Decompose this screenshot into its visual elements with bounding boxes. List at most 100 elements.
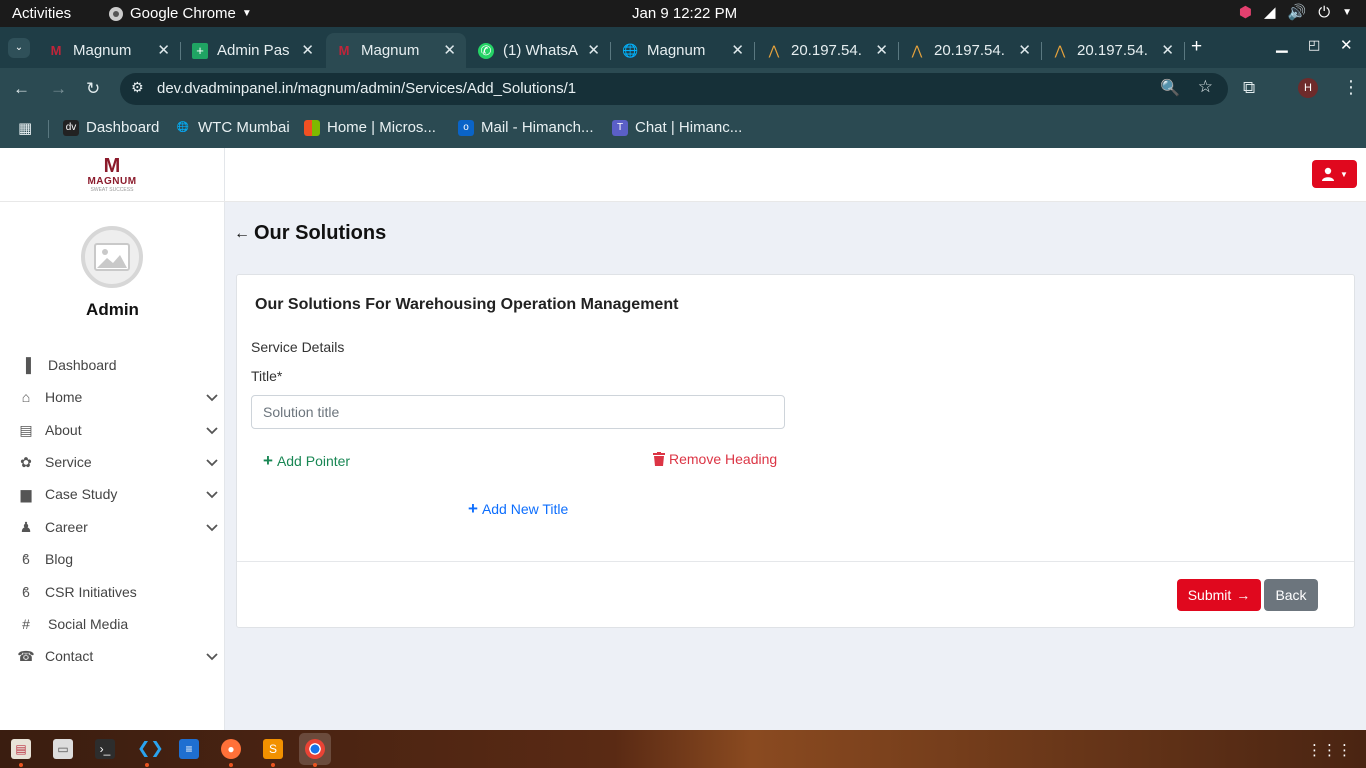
back-button[interactable]: Back bbox=[1264, 579, 1318, 611]
url-text[interactable]: dev.dvadminpanel.in/magnum/admin/Service… bbox=[157, 80, 576, 97]
submit-button[interactable]: Submit → bbox=[1177, 579, 1261, 611]
close-icon[interactable]: ✕ bbox=[157, 41, 170, 59]
bookmark-chat[interactable]: T Chat | Himanc... bbox=[612, 119, 742, 136]
tab-server-2[interactable]: ⋀ 20.197.54. ✕ bbox=[899, 33, 1042, 68]
minimize-icon[interactable]: ▁ bbox=[1276, 35, 1288, 53]
sidebar-item-contact[interactable]: ☎ Contact bbox=[17, 644, 222, 668]
activities-button[interactable]: Activities bbox=[12, 5, 71, 22]
add-pointer-button[interactable]: + Add Pointer bbox=[263, 451, 350, 471]
files-archive-icon[interactable]: ▤ bbox=[11, 739, 31, 759]
arrow-right-icon: → bbox=[1236, 587, 1251, 603]
sublime-icon[interactable]: S bbox=[263, 739, 283, 759]
page-viewport: M MAGNUM SWEAT SUCCESS Admin ▐ Dashboard… bbox=[0, 148, 1366, 730]
sidebar-item-home[interactable]: ⌂ Home bbox=[17, 385, 222, 409]
sidebar-item-service[interactable]: ✿ Service bbox=[17, 450, 222, 474]
sidebar-item-csr[interactable]: ϐ CSR Initiatives bbox=[17, 580, 222, 604]
close-icon[interactable]: ✕ bbox=[1161, 41, 1174, 59]
system-top-bar: Activities Google Chrome ▼ Jan 9 12:22 P… bbox=[0, 0, 1366, 27]
remove-heading-button[interactable]: Remove Heading bbox=[653, 451, 777, 467]
forward-arrow-icon[interactable]: → bbox=[50, 79, 67, 99]
profile-avatar[interactable]: H bbox=[1298, 78, 1318, 98]
show-apps-icon[interactable]: ⋮⋮⋮ bbox=[1307, 741, 1352, 759]
sidebar-item-blog[interactable]: ϐ Blog bbox=[17, 547, 222, 571]
bookmark-label: Chat | Himanc... bbox=[635, 119, 743, 136]
bookmark-microsoft[interactable]: Home | Micros... bbox=[304, 119, 436, 136]
text-editor-icon[interactable]: ≡ bbox=[179, 739, 199, 759]
bookmark-wtc[interactable]: 🌐 WTC Mumbai bbox=[175, 119, 290, 136]
close-window-icon[interactable]: ✕ bbox=[1340, 36, 1353, 54]
volume-icon[interactable]: 🔊 bbox=[1288, 3, 1307, 21]
chevron-down-icon bbox=[206, 422, 218, 438]
wifi-icon[interactable]: ◢ bbox=[1264, 3, 1276, 21]
close-icon[interactable]: ✕ bbox=[301, 41, 314, 59]
tab-server-1[interactable]: ⋀ 20.197.54. ✕ bbox=[756, 33, 899, 68]
close-icon[interactable]: ✕ bbox=[587, 41, 600, 59]
home-icon: ⌂ bbox=[21, 389, 31, 405]
book-icon: ▆ bbox=[20, 486, 32, 502]
new-tab-icon[interactable]: + bbox=[1191, 36, 1202, 58]
firefox-icon[interactable]: ● bbox=[221, 739, 241, 759]
clock[interactable]: Jan 9 12:22 PM bbox=[632, 5, 737, 22]
solution-form-card: Our Solutions For Warehousing Operation … bbox=[236, 274, 1355, 628]
sidebar-item-case-study[interactable]: ▆ Case Study bbox=[17, 482, 222, 506]
solution-title-field[interactable] bbox=[251, 395, 785, 429]
server-icon: ⋀ bbox=[911, 42, 923, 58]
app-indicator-icon[interactable]: ⬢ bbox=[1239, 3, 1252, 21]
tab-magnum-1[interactable]: M Magnum ✕ bbox=[38, 33, 181, 68]
power-icon[interactable]: ⏻ bbox=[1318, 4, 1330, 21]
app-menu[interactable]: Google Chrome ▼ bbox=[108, 5, 252, 22]
sheets-icon: + bbox=[192, 42, 208, 59]
sidebar-item-about[interactable]: ▤ About bbox=[17, 418, 222, 442]
site-info-icon[interactable]: ⚙ bbox=[131, 79, 144, 96]
tab-search-button[interactable]: ⌄ bbox=[8, 38, 30, 58]
close-icon[interactable]: ✕ bbox=[731, 41, 744, 59]
menu-kebab-icon[interactable]: ⋮ bbox=[1342, 77, 1360, 98]
maximize-icon[interactable]: ◰ bbox=[1308, 37, 1320, 53]
address-bar[interactable]: ⚙ dev.dvadminpanel.in/magnum/admin/Servi… bbox=[120, 73, 1228, 105]
tab-magnum-2[interactable]: 🌐 Magnum ✕ bbox=[612, 33, 755, 68]
chart-icon: ▐ bbox=[21, 357, 31, 373]
sidebar-item-social-media[interactable]: # Social Media bbox=[17, 612, 222, 636]
sidebar-item-career[interactable]: ♟ Career bbox=[17, 515, 222, 539]
tab-separator bbox=[754, 42, 755, 60]
terminal-icon[interactable]: ›_ bbox=[95, 739, 115, 759]
bookmarks-bar: ▦ dv Dashboard 🌐 WTC Mumbai Home | Micro… bbox=[0, 111, 1366, 148]
close-icon[interactable]: ✕ bbox=[1018, 41, 1031, 59]
logo-text: MAGNUM bbox=[87, 176, 137, 187]
bookmark-star-icon[interactable]: ☆ bbox=[1198, 77, 1213, 97]
chevron-down-icon bbox=[206, 454, 218, 470]
brand-logo[interactable]: M MAGNUM SWEAT SUCCESS bbox=[82, 156, 142, 193]
tab-whatsapp[interactable]: ✆ (1) WhatsA ✕ bbox=[468, 33, 611, 68]
sidebar-item-dashboard[interactable]: ▐ Dashboard bbox=[17, 353, 222, 377]
server-icon: ⋀ bbox=[1054, 42, 1066, 58]
caret-down-icon[interactable]: ▼ bbox=[1342, 7, 1352, 18]
back-arrow-icon[interactable]: ← bbox=[13, 79, 30, 99]
close-icon[interactable]: ✕ bbox=[443, 41, 456, 59]
tab-server-3[interactable]: ⋀ 20.197.54. ✕ bbox=[1042, 33, 1185, 68]
bookmark-dashboard[interactable]: dv Dashboard bbox=[63, 119, 159, 136]
tab-admin-pass[interactable]: + Admin Pas ✕ bbox=[182, 33, 324, 68]
chrome-icon[interactable] bbox=[305, 739, 325, 759]
caret-down-icon: ▼ bbox=[241, 8, 252, 19]
trash-icon bbox=[653, 452, 665, 466]
extensions-icon[interactable]: ⧉ bbox=[1243, 78, 1255, 98]
zoom-icon[interactable]: 🔍 bbox=[1160, 78, 1180, 98]
sidebar-item-label: Contact bbox=[45, 648, 94, 664]
tab-magnum-active[interactable]: M Magnum ✕ bbox=[326, 33, 466, 68]
solution-title-input[interactable] bbox=[252, 396, 784, 428]
files-icon[interactable]: ▭ bbox=[53, 739, 73, 759]
close-icon[interactable]: ✕ bbox=[875, 41, 888, 59]
user-menu-button[interactable]: ▼ bbox=[1312, 160, 1357, 188]
chevron-down-icon bbox=[206, 519, 218, 535]
apps-grid-icon[interactable]: ▦ bbox=[18, 119, 32, 137]
system-tray[interactable]: ⬢ ◢ 🔊 ⏻ ▼ bbox=[1239, 3, 1352, 22]
sidebar-item-label: Home bbox=[45, 389, 83, 405]
chrome-icon bbox=[109, 6, 123, 21]
vscode-icon[interactable]: ❮❯ bbox=[137, 739, 164, 759]
logo-tagline: SWEAT SUCCESS bbox=[90, 187, 134, 193]
bookmark-mail[interactable]: o Mail - Himanch... bbox=[458, 119, 594, 136]
tab-separator bbox=[1184, 42, 1185, 60]
reload-icon[interactable]: ↻ bbox=[86, 79, 100, 99]
add-new-title-button[interactable]: + Add New Title bbox=[468, 499, 568, 519]
back-arrow-icon[interactable]: ← bbox=[234, 225, 250, 243]
